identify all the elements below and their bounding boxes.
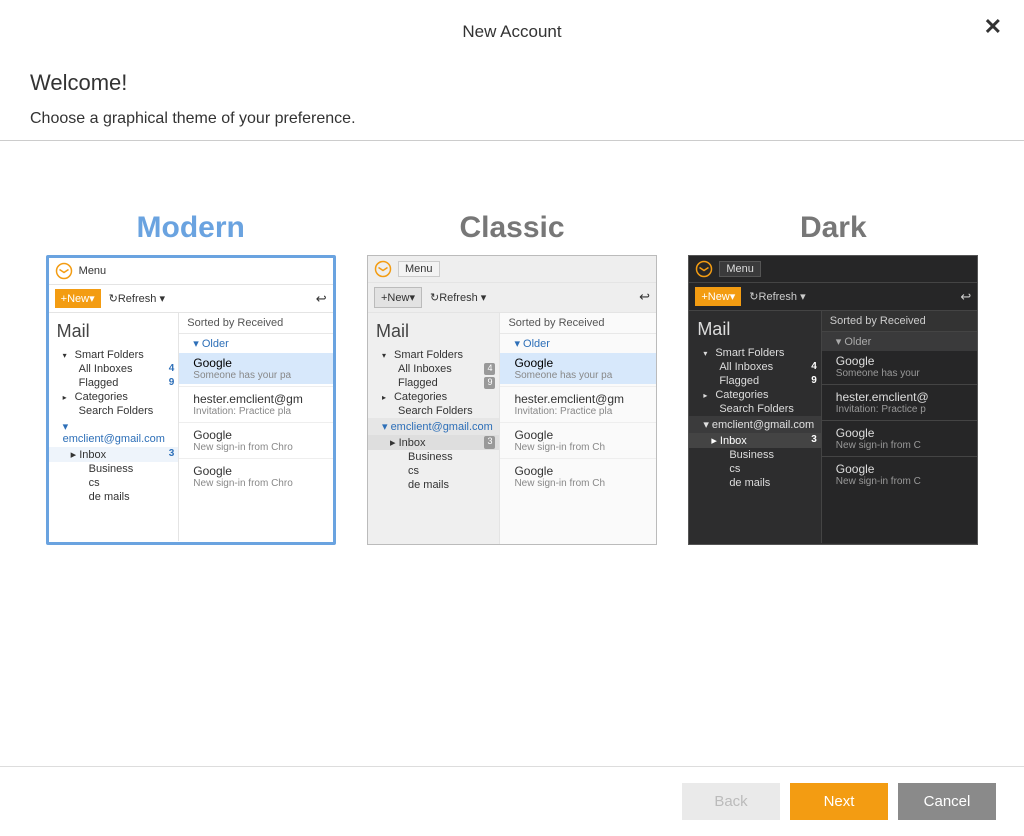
theme-option-modern[interactable]: Modern Menu + New ▾ ↻Refresh ▾ ↩ Mail ▾S…	[40, 211, 341, 545]
pv-menu-row: Menu	[689, 256, 977, 283]
pv-smart-folders: ▾Smart Folders	[49, 348, 179, 362]
pv-refresh: ↻Refresh ▾	[430, 291, 486, 304]
pv-menu-label: Menu	[79, 265, 107, 277]
pv-sort-header: Sorted by Received	[179, 313, 332, 334]
theme-option-classic[interactable]: Classic Menu + New ▾ ↻Refresh ▾ ↩ Mail ▾…	[361, 211, 662, 545]
next-button[interactable]: Next	[790, 783, 888, 820]
pv-refresh: ↻Refresh ▾	[109, 292, 165, 305]
pv-refresh: ↻Refresh ▾	[749, 290, 805, 303]
dialog-title: New Account	[30, 22, 994, 42]
pv-msg-1: GoogleSomeone has your pa	[179, 353, 332, 384]
pv-msg-1: GoogleSomeone has your pa	[500, 353, 656, 384]
theme-preview-classic[interactable]: Menu + New ▾ ↻Refresh ▾ ↩ Mail ▾Smart Fo…	[367, 255, 657, 545]
pv-message-list: Sorted by Received ▾ Older GoogleSomeone…	[179, 313, 332, 541]
pv-sidebar: Mail ▾Smart Folders All Inboxes4 Flagged…	[49, 313, 180, 541]
pv-smart-folders: ▾Smart Folders	[368, 348, 499, 362]
pv-group-older: ▾ Older	[179, 334, 332, 353]
pv-search-folders: Search Folders	[689, 402, 820, 416]
pv-all-inboxes: All Inboxes4	[689, 360, 820, 374]
pv-account: ▾ emclient@gmail.com	[689, 416, 820, 433]
pv-new-button: + New ▾	[695, 287, 741, 306]
pv-menu-row: Menu	[49, 258, 333, 285]
welcome-subline: Choose a graphical theme of your prefere…	[30, 110, 994, 128]
pv-categories: ▸Categories	[49, 390, 179, 404]
pv-mail-heading: Mail	[689, 315, 820, 346]
pv-new-button: + New ▾	[55, 289, 101, 308]
pv-flagged: Flagged9	[368, 376, 499, 390]
pv-inbox: ▸ Inbox3	[689, 433, 820, 448]
reply-icon: ↩	[316, 291, 327, 307]
pv-msg-3: GoogleNew sign-in from Chro	[179, 425, 332, 456]
pv-inbox: ▸ Inbox3	[49, 447, 179, 462]
pv-msg-4: GoogleNew sign-in from Ch	[500, 461, 656, 492]
app-logo-icon	[374, 260, 392, 278]
dialog-header: New Account ✕ Welcome! Choose a graphica…	[0, 0, 1024, 141]
theme-option-dark[interactable]: Dark Menu + New ▾ ↻Refresh ▾ ↩ Mail ▾Sma…	[683, 211, 984, 545]
pv-flagged: Flagged9	[689, 374, 820, 388]
pv-flagged: Flagged9	[49, 376, 179, 390]
pv-all-inboxes: All Inboxes4	[368, 362, 499, 376]
reply-icon: ↩	[639, 289, 650, 305]
pv-mail-heading: Mail	[368, 317, 499, 348]
pv-toolbar: + New ▾ ↻Refresh ▾ ↩	[689, 283, 977, 311]
pv-msg-3: GoogleNew sign-in from C	[822, 423, 978, 454]
pv-search-folders: Search Folders	[368, 404, 499, 418]
theme-label-classic[interactable]: Classic	[361, 211, 662, 245]
pv-msg-3: GoogleNew sign-in from Ch	[500, 425, 656, 456]
app-logo-icon	[55, 262, 73, 280]
pv-inbox: ▸ Inbox3	[368, 435, 499, 450]
pv-account: ▾ emclient@gmail.com	[368, 418, 499, 435]
pv-search-folders: Search Folders	[49, 404, 179, 418]
pv-sort-header: Sorted by Received	[822, 311, 978, 332]
pv-demails: de mails	[368, 478, 499, 492]
pv-categories: ▸Categories	[689, 388, 820, 402]
pv-menu-row: Menu	[368, 256, 656, 283]
pv-account: ▾ emclient@gmail.com	[49, 418, 179, 447]
pv-group-older: ▾ Older	[500, 334, 656, 353]
pv-sort-header: Sorted by Received	[500, 313, 656, 334]
pv-msg-2: hester.emclient@Invitation: Practice p	[822, 387, 978, 418]
reply-icon: ↩	[960, 289, 971, 305]
theme-preview-modern[interactable]: Menu + New ▾ ↻Refresh ▾ ↩ Mail ▾Smart Fo…	[46, 255, 336, 545]
pv-cs: cs	[689, 462, 820, 476]
pv-msg-4: GoogleNew sign-in from Chro	[179, 461, 332, 492]
pv-smart-folders: ▾Smart Folders	[689, 346, 820, 360]
cancel-button[interactable]: Cancel	[898, 783, 996, 820]
pv-group-older: ▾ Older	[822, 332, 978, 351]
dialog-footer: Back Next Cancel	[0, 766, 1024, 836]
pv-new-button: + New ▾	[374, 287, 422, 308]
pv-menu-button: Menu	[398, 261, 440, 277]
pv-business: Business	[368, 450, 499, 464]
pv-cs: cs	[368, 464, 499, 478]
pv-toolbar: + New ▾ ↻Refresh ▾ ↩	[368, 283, 656, 313]
theme-label-dark[interactable]: Dark	[683, 211, 984, 245]
pv-msg-1: GoogleSomeone has your	[822, 351, 978, 382]
pv-demails: de mails	[689, 476, 820, 490]
pv-business: Business	[49, 462, 179, 476]
pv-toolbar: + New ▾ ↻Refresh ▾ ↩	[49, 285, 333, 313]
pv-sidebar: Mail ▾Smart Folders All Inboxes4 Flagged…	[689, 311, 821, 543]
back-button: Back	[682, 783, 780, 820]
close-icon[interactable]: ✕	[984, 14, 1002, 40]
pv-menu-button: Menu	[719, 261, 761, 277]
pv-demails: de mails	[49, 490, 179, 504]
app-logo-icon	[695, 260, 713, 278]
theme-preview-dark[interactable]: Menu + New ▾ ↻Refresh ▾ ↩ Mail ▾Smart Fo…	[688, 255, 978, 545]
pv-message-list: Sorted by Received ▾ Older GoogleSomeone…	[822, 311, 978, 543]
pv-cs: cs	[49, 476, 179, 490]
pv-sidebar: Mail ▾Smart Folders All Inboxes4 Flagged…	[368, 313, 500, 545]
pv-msg-2: hester.emclient@gmInvitation: Practice p…	[179, 389, 332, 420]
pv-categories: ▸Categories	[368, 390, 499, 404]
welcome-heading: Welcome!	[30, 70, 994, 96]
pv-msg-2: hester.emclient@gmInvitation: Practice p…	[500, 389, 656, 420]
pv-mail-heading: Mail	[49, 317, 179, 348]
pv-business: Business	[689, 448, 820, 462]
theme-label-modern[interactable]: Modern	[40, 211, 341, 245]
theme-chooser: Modern Menu + New ▾ ↻Refresh ▾ ↩ Mail ▾S…	[0, 141, 1024, 565]
pv-message-list: Sorted by Received ▾ Older GoogleSomeone…	[500, 313, 656, 545]
pv-msg-4: GoogleNew sign-in from C	[822, 459, 978, 490]
pv-all-inboxes: All Inboxes4	[49, 362, 179, 376]
